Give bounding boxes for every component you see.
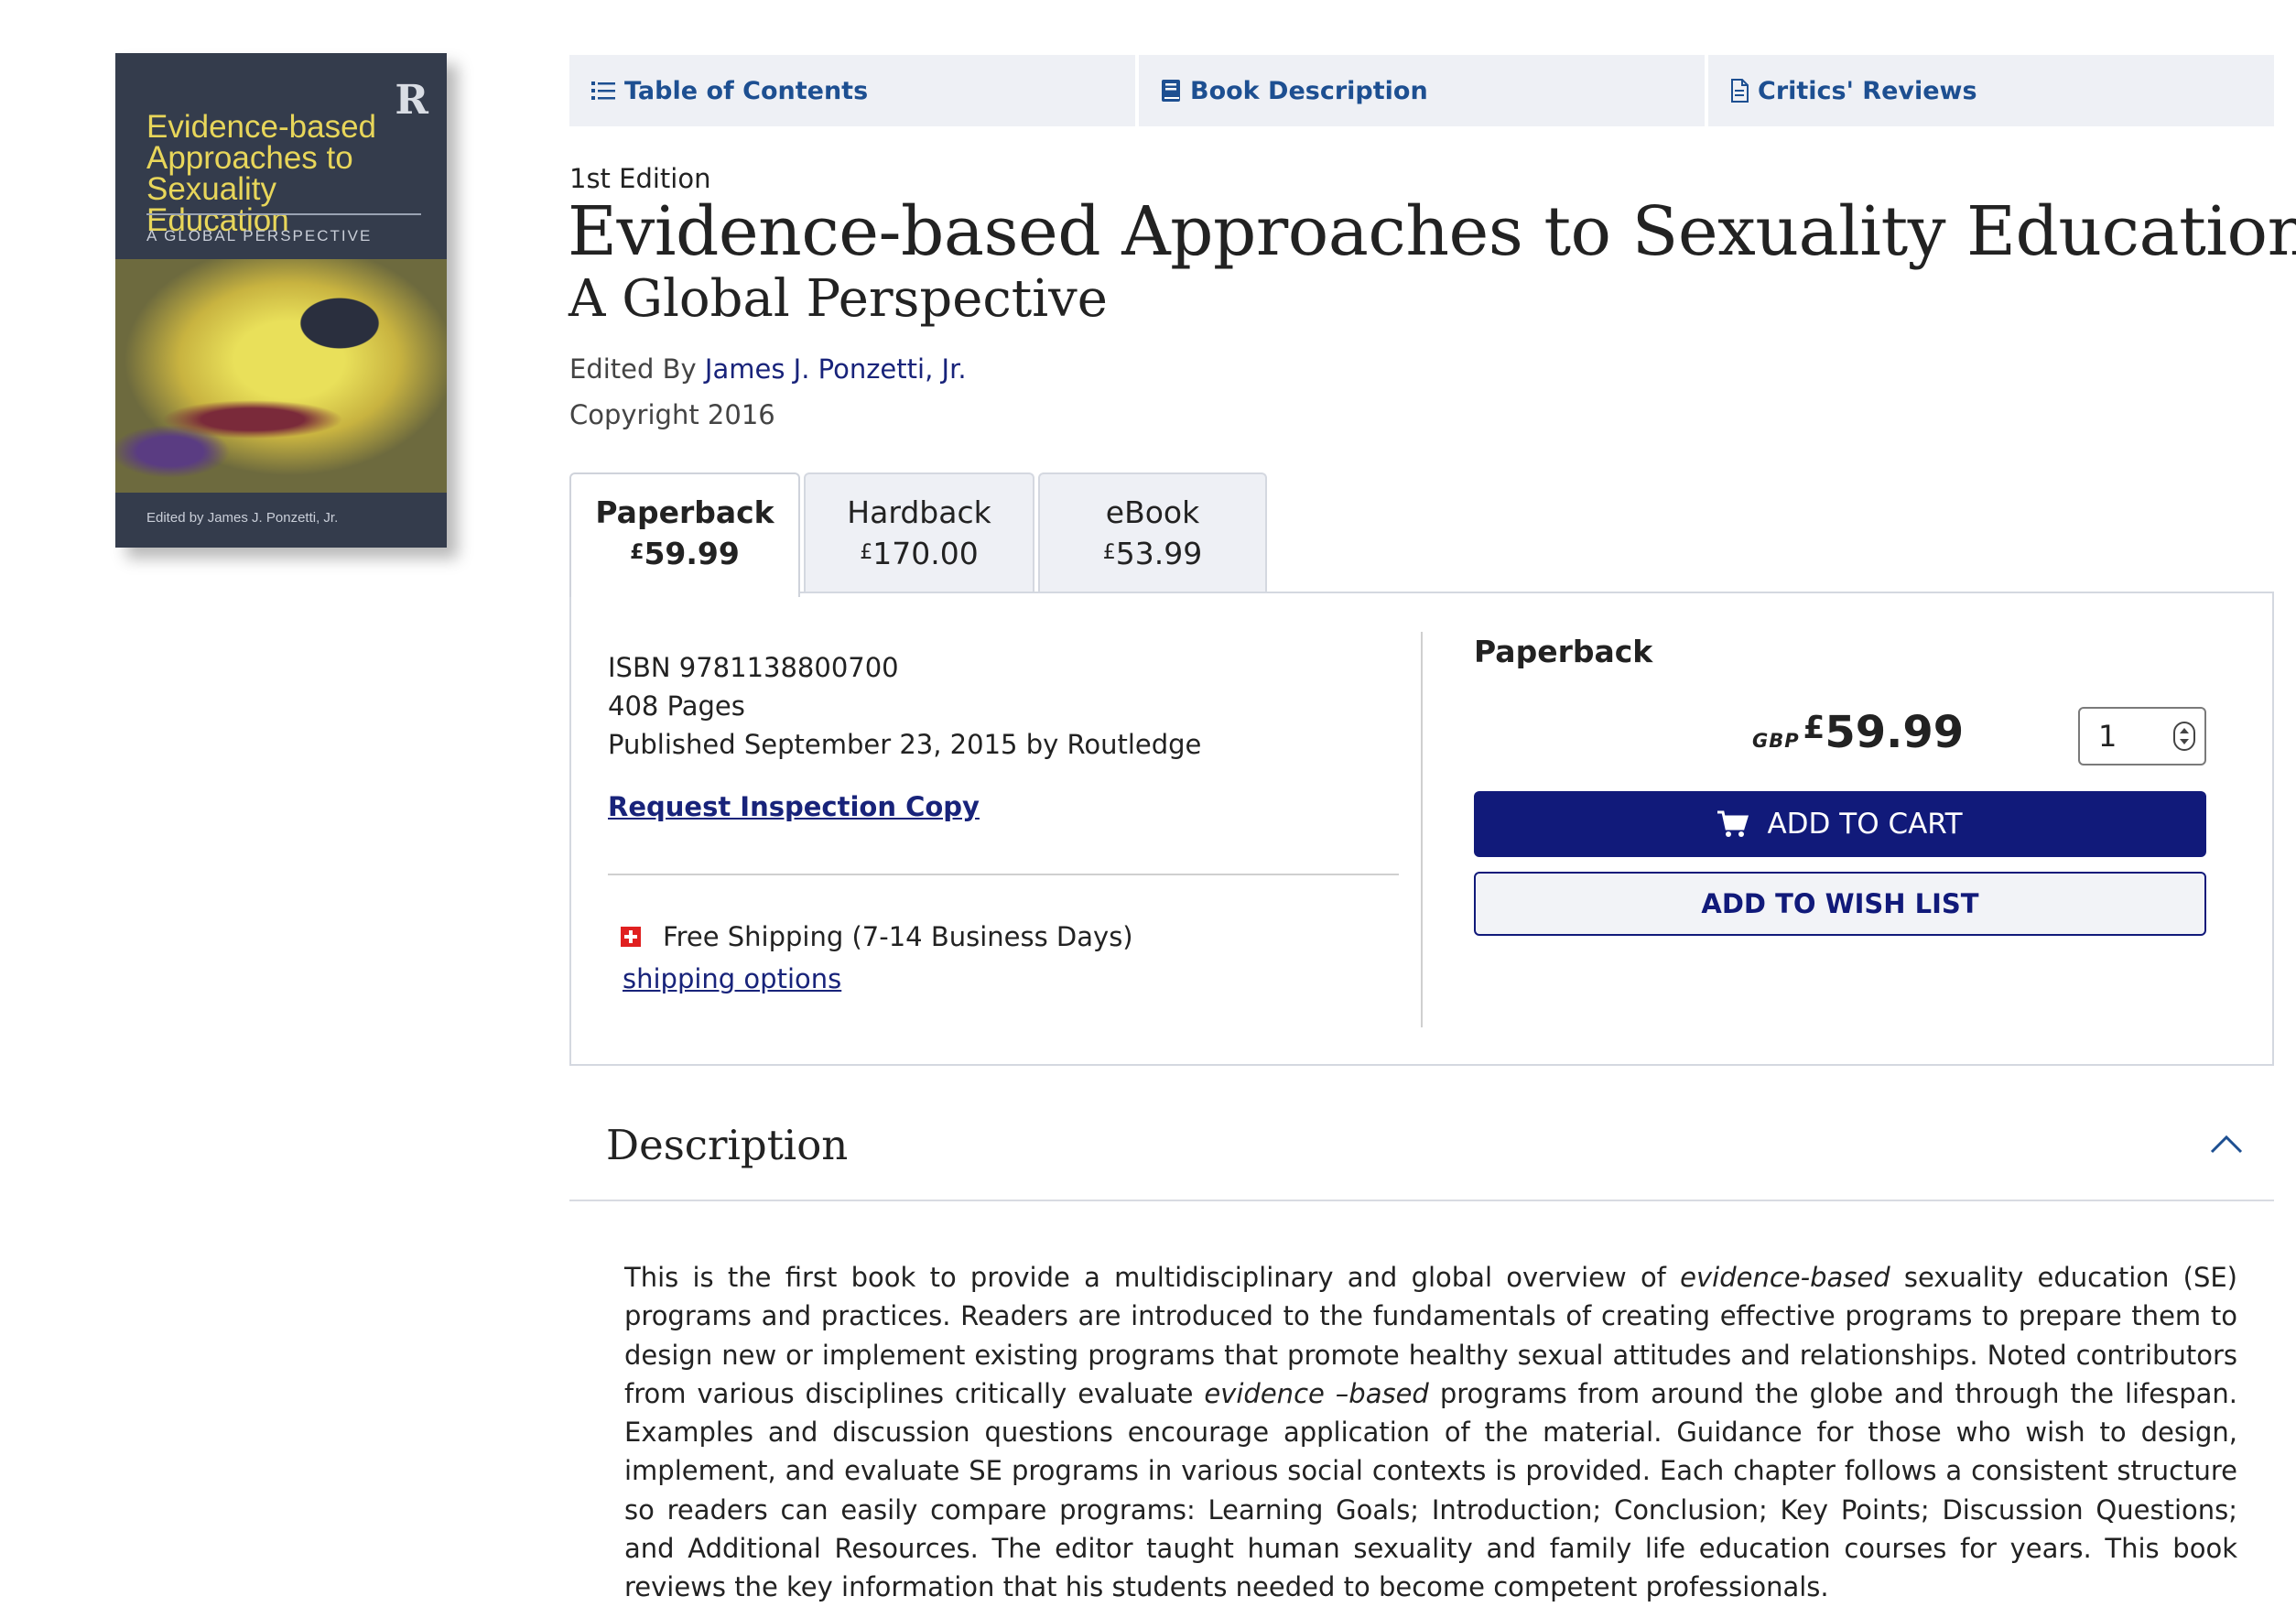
section-nav: Table of Contents Book Description Criti… [569, 55, 2274, 126]
product-details: ISBN 9781138800700 408 Pages Published S… [608, 648, 1201, 764]
book-icon [1162, 80, 1180, 102]
shipping-text: Free Shipping (7-14 Business Days) [663, 921, 1133, 952]
list-icon [591, 81, 615, 100]
product-page: R Evidence-based Approaches to Sexuality… [0, 0, 2296, 1602]
nav-description-label: Book Description [1190, 76, 1428, 105]
cart-icon [1717, 810, 1749, 837]
page-count: 408 Pages [608, 690, 745, 722]
document-icon [1731, 79, 1749, 103]
add-to-cart-label: ADD TO CART [1767, 808, 1963, 841]
editor-link[interactable]: James J. Ponzetti, Jr. [705, 353, 967, 385]
edited-by-label: Edited By [569, 353, 697, 385]
quantity-value: 1 [2098, 719, 2117, 754]
edition-label: 1st Edition [569, 163, 711, 194]
shipping-info: Free Shipping (7-14 Business Days) [621, 921, 1133, 952]
vertical-divider [1421, 632, 1423, 1027]
format-tab-hardback[interactable]: Hardback £170.00 [804, 472, 1034, 593]
currency-code: GBP [1752, 730, 1800, 752]
request-inspection-copy-link[interactable]: Request Inspection Copy [608, 791, 980, 822]
isbn: ISBN 9781138800700 [608, 652, 899, 683]
copyright: Copyright 2016 [569, 399, 775, 430]
cover-title: Evidence-based Approaches to Sexuality E… [146, 109, 376, 238]
format-tab-ebook[interactable]: eBook £53.99 [1038, 472, 1267, 593]
nav-critics-reviews[interactable]: Critics' Reviews [1708, 55, 2274, 126]
price-value: 59.99 [1825, 707, 1965, 758]
nav-reviews-label: Critics' Reviews [1758, 76, 1977, 105]
quantity-input[interactable]: 1 [2078, 707, 2206, 765]
nav-toc-label: Table of Contents [624, 76, 869, 105]
add-to-wish-list-button[interactable]: ADD TO WISH LIST [1474, 872, 2206, 936]
publication-info: Published September 23, 2015 by Routledg… [608, 729, 1202, 760]
description-text: This is the first book to provide a mult… [624, 1262, 2237, 1603]
add-to-cart-button[interactable]: ADD TO CART [1474, 791, 2206, 857]
book-title: Evidence-based Approaches to Sexuality E… [568, 192, 2296, 271]
format-price: £59.99 [630, 536, 740, 571]
format-price: £53.99 [1102, 536, 1203, 571]
quantity-stepper[interactable] [2173, 722, 2195, 751]
price: GBP £59.99 [1752, 707, 1964, 758]
format-name: Hardback [847, 494, 991, 530]
format-name: eBook [1105, 494, 1200, 530]
book-subtitle: A Global Perspective [569, 269, 1108, 329]
description-heading: Description [606, 1121, 849, 1169]
format-tab-paperback[interactable]: Paperback £59.99 [569, 472, 800, 597]
nav-table-of-contents[interactable]: Table of Contents [569, 55, 1135, 126]
format-panel: ISBN 9781138800700 408 Pages Published S… [569, 592, 2274, 1066]
cover-editor: Edited by James J. Ponzetti, Jr. [146, 510, 339, 526]
currency-symbol: £ [1803, 710, 1825, 746]
chevron-up-icon[interactable] [2210, 1134, 2243, 1154]
format-price: £170.00 [860, 536, 979, 571]
nav-book-description[interactable]: Book Description [1139, 55, 1705, 126]
cover-artwork [115, 259, 447, 493]
cover-divider [146, 213, 421, 215]
edited-by: Edited By James J. Ponzetti, Jr. [569, 353, 967, 385]
shipping-flag-icon [621, 927, 641, 947]
format-name: Paperback [595, 494, 774, 530]
book-cover-image[interactable]: R Evidence-based Approaches to Sexuality… [115, 53, 447, 548]
description-section-header[interactable]: Description [569, 1090, 2274, 1201]
cover-subtitle: A GLOBAL PERSPECTIVE [146, 227, 373, 244]
divider [608, 874, 1399, 875]
shipping-options-link[interactable]: shipping options [623, 963, 841, 994]
selected-format-label: Paperback [1474, 634, 1653, 669]
